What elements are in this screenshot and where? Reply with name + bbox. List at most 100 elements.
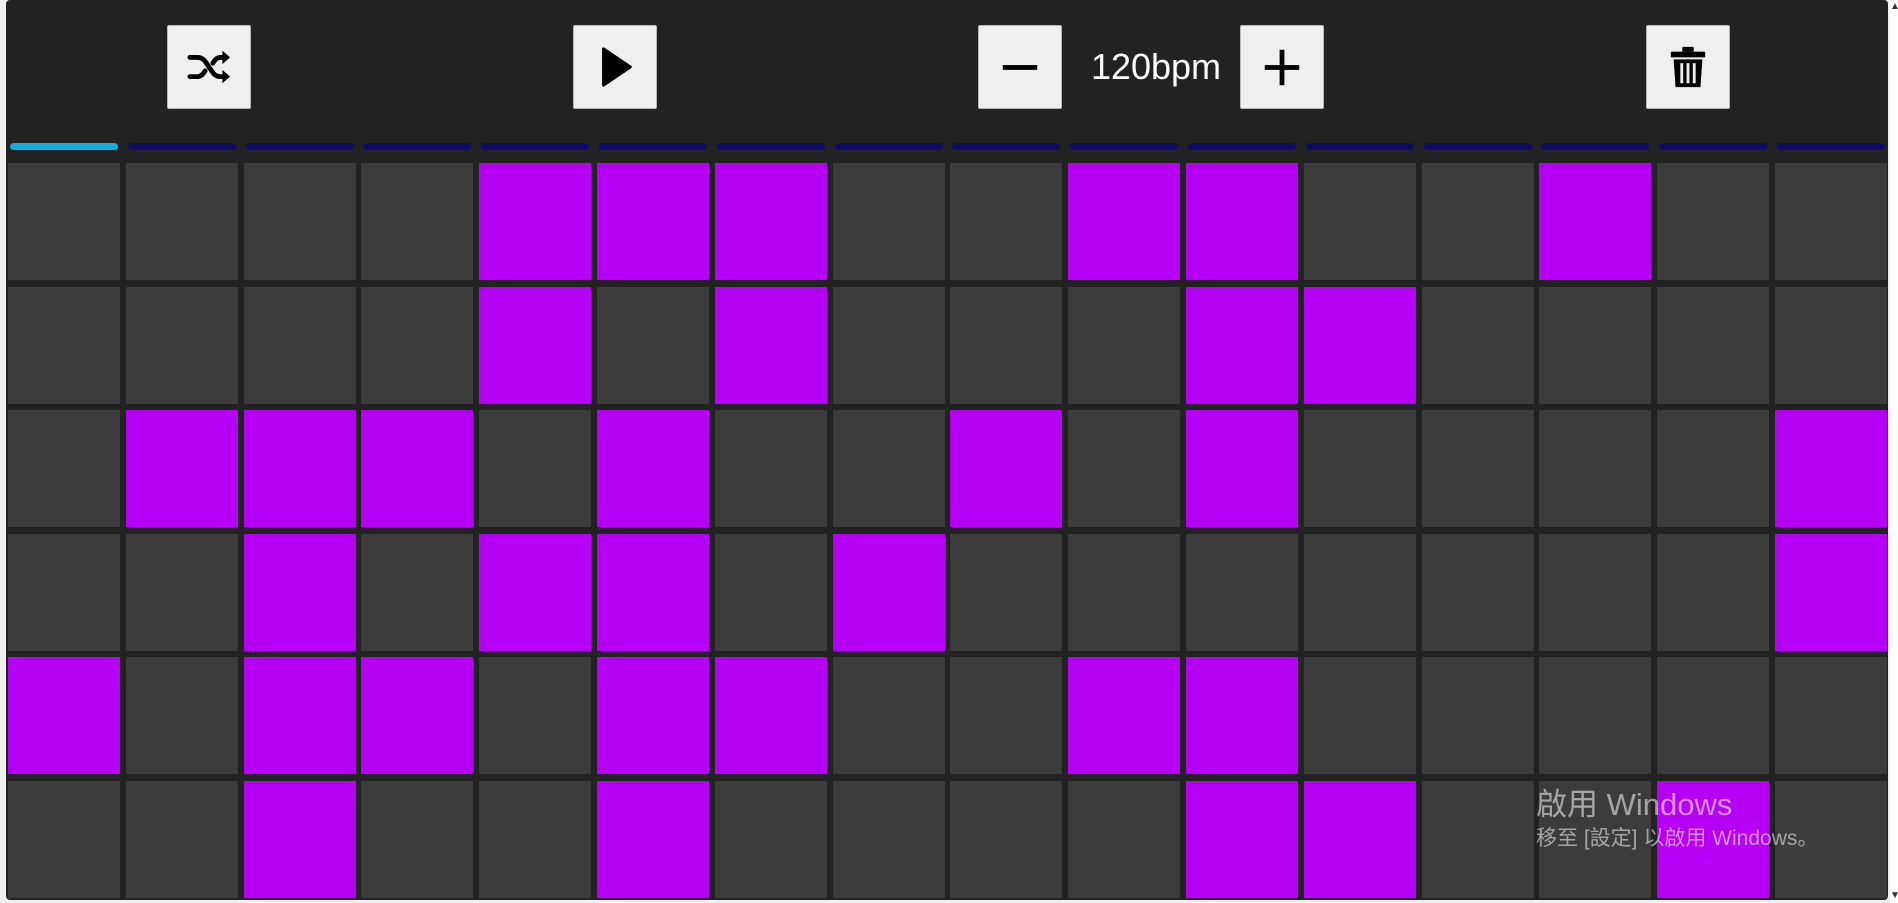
sequencer-cell[interactable] <box>1068 533 1181 651</box>
sequencer-cell[interactable] <box>1539 163 1652 280</box>
sequencer-cell[interactable] <box>1539 533 1652 651</box>
sequencer-cell[interactable] <box>125 163 238 280</box>
sequencer-cell[interactable] <box>1539 780 1652 898</box>
sequencer-cell[interactable] <box>1186 163 1298 280</box>
sequencer-cell[interactable] <box>1775 410 1887 527</box>
scroll-down-arrow-icon[interactable]: ▼ <box>1890 889 1898 903</box>
sequencer-cell[interactable] <box>1186 286 1298 404</box>
sequencer-cell[interactable] <box>1421 410 1534 527</box>
sequencer-cell[interactable] <box>1186 657 1298 774</box>
sequencer-cell[interactable] <box>832 286 945 404</box>
sequencer-cell[interactable] <box>1421 286 1534 404</box>
sequencer-cell[interactable] <box>1303 780 1416 898</box>
sequencer-cell[interactable] <box>832 780 945 898</box>
sequencer-cell[interactable] <box>1068 780 1181 898</box>
sequencer-cell[interactable] <box>1539 657 1652 774</box>
sequencer-cell[interactable] <box>1775 163 1887 280</box>
sequencer-cell[interactable] <box>832 657 945 774</box>
sequencer-cell[interactable] <box>597 163 709 280</box>
sequencer-cell[interactable] <box>597 410 709 527</box>
sequencer-cell[interactable] <box>125 657 238 774</box>
sequencer-cell[interactable] <box>950 286 1063 404</box>
sequencer-cell[interactable] <box>1186 780 1298 898</box>
sequencer-cell[interactable] <box>243 286 356 404</box>
scroll-up-arrow-icon[interactable]: ▲ <box>1890 0 1898 14</box>
sequencer-cell[interactable] <box>361 163 474 280</box>
sequencer-cell[interactable] <box>479 410 592 527</box>
sequencer-cell[interactable] <box>950 780 1063 898</box>
sequencer-cell[interactable] <box>1421 533 1534 651</box>
sequencer-cell[interactable] <box>1539 286 1652 404</box>
sequencer-cell[interactable] <box>243 410 356 527</box>
sequencer-cell[interactable] <box>1421 163 1534 280</box>
sequencer-cell[interactable] <box>8 657 120 774</box>
sequencer-cell[interactable] <box>714 657 827 774</box>
sequencer-cell[interactable] <box>8 533 120 651</box>
sequencer-cell[interactable] <box>243 533 356 651</box>
sequencer-cell[interactable] <box>479 657 592 774</box>
scrollbar[interactable]: ▲ ▼ <box>1890 0 1898 903</box>
sequencer-cell[interactable] <box>8 286 120 404</box>
sequencer-cell[interactable] <box>597 533 709 651</box>
sequencer-cell[interactable] <box>479 780 592 898</box>
sequencer-cell[interactable] <box>1421 780 1534 898</box>
sequencer-cell[interactable] <box>243 163 356 280</box>
sequencer-cell[interactable] <box>125 780 238 898</box>
sequencer-cell[interactable] <box>1657 780 1770 898</box>
sequencer-cell[interactable] <box>714 286 827 404</box>
sequencer-cell[interactable] <box>1303 286 1416 404</box>
sequencer-cell[interactable] <box>125 286 238 404</box>
sequencer-cell[interactable] <box>1303 410 1416 527</box>
sequencer-cell[interactable] <box>832 410 945 527</box>
sequencer-cell[interactable] <box>1657 286 1770 404</box>
sequencer-cell[interactable] <box>1068 410 1181 527</box>
sequencer-cell[interactable] <box>125 410 238 527</box>
sequencer-cell[interactable] <box>1657 163 1770 280</box>
sequencer-cell[interactable] <box>950 533 1063 651</box>
sequencer-cell[interactable] <box>832 533 945 651</box>
sequencer-cell[interactable] <box>1186 533 1298 651</box>
sequencer-cell[interactable] <box>597 780 709 898</box>
sequencer-cell[interactable] <box>243 657 356 774</box>
sequencer-cell[interactable] <box>361 533 474 651</box>
sequencer-cell[interactable] <box>714 533 827 651</box>
sequencer-cell[interactable] <box>1657 410 1770 527</box>
sequencer-cell[interactable] <box>361 657 474 774</box>
sequencer-cell[interactable] <box>714 780 827 898</box>
sequencer-cell[interactable] <box>1657 533 1770 651</box>
sequencer-cell[interactable] <box>714 163 827 280</box>
sequencer-cell[interactable] <box>125 533 238 651</box>
sequencer-cell[interactable] <box>479 163 592 280</box>
sequencer-cell[interactable] <box>597 286 709 404</box>
sequencer-cell[interactable] <box>950 410 1063 527</box>
sequencer-cell[interactable] <box>1775 533 1887 651</box>
sequencer-cell[interactable] <box>361 780 474 898</box>
sequencer-cell[interactable] <box>1303 533 1416 651</box>
sequencer-cell[interactable] <box>1303 657 1416 774</box>
sequencer-cell[interactable] <box>1775 286 1887 404</box>
sequencer-cell[interactable] <box>832 163 945 280</box>
sequencer-cell[interactable] <box>8 410 120 527</box>
sequencer-cell[interactable] <box>1068 163 1181 280</box>
sequencer-cell[interactable] <box>479 286 592 404</box>
sequencer-app: 120bpm <box>6 0 1888 900</box>
sequencer-cell[interactable] <box>950 163 1063 280</box>
sequencer-cell[interactable] <box>1068 286 1181 404</box>
sequencer-cell[interactable] <box>8 163 120 280</box>
sequencer-cell[interactable] <box>1068 657 1181 774</box>
sequencer-cell[interactable] <box>1303 163 1416 280</box>
sequencer-cell[interactable] <box>361 286 474 404</box>
sequencer-cell[interactable] <box>597 657 709 774</box>
sequencer-cell[interactable] <box>714 410 827 527</box>
sequencer-cell[interactable] <box>243 780 356 898</box>
sequencer-cell[interactable] <box>1186 410 1298 527</box>
sequencer-cell[interactable] <box>1539 410 1652 527</box>
sequencer-cell[interactable] <box>8 780 120 898</box>
sequencer-cell[interactable] <box>361 410 474 527</box>
sequencer-cell[interactable] <box>479 533 592 651</box>
sequencer-cell[interactable] <box>1775 657 1887 774</box>
sequencer-cell[interactable] <box>1657 657 1770 774</box>
sequencer-cell[interactable] <box>1421 657 1534 774</box>
sequencer-cell[interactable] <box>950 657 1063 774</box>
sequencer-cell[interactable] <box>1775 780 1887 898</box>
